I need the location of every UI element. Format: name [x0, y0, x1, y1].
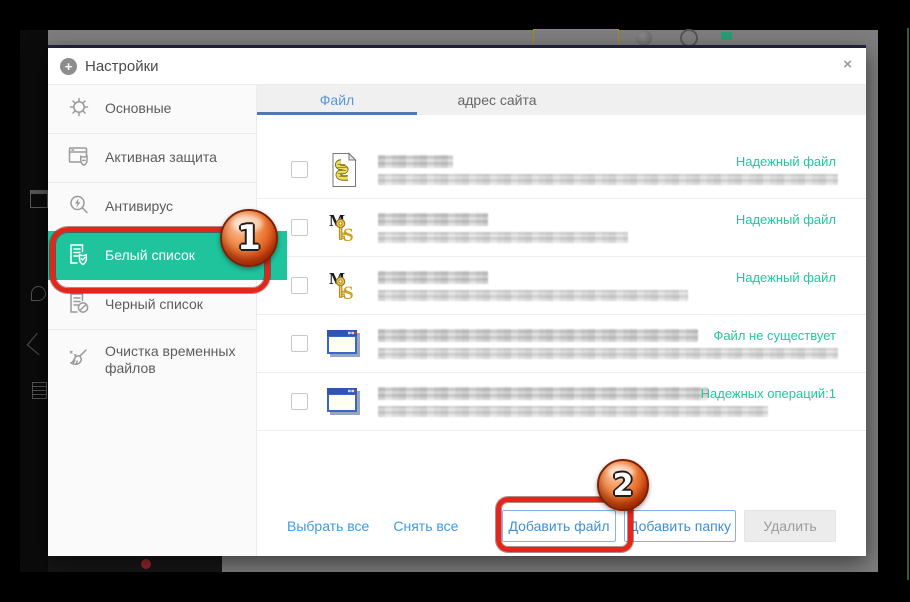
redacted-file-path: [378, 231, 628, 243]
ms-key-icon: M S: [324, 210, 364, 246]
file-row[interactable]: Надежный файл: [257, 141, 866, 199]
redacted-file-path: [378, 405, 768, 417]
add-folder-button[interactable]: Добавить папку: [624, 510, 736, 542]
settings-target-icon: +: [60, 57, 77, 75]
file-row[interactable]: Файл не существует: [257, 315, 866, 373]
whitelist-content: Файл адрес сайта Надежный файл S Надежны…: [257, 85, 866, 556]
file-row[interactable]: M S: [257, 257, 866, 315]
row-checkbox[interactable]: [291, 335, 308, 352]
app-window-icon: [324, 387, 364, 417]
tab-site-address[interactable]: адрес сайта: [417, 85, 577, 115]
app-window-icon: [324, 329, 364, 359]
redacted-file-path: [378, 289, 688, 301]
sidebar-item-blacklist[interactable]: Черный список: [48, 280, 256, 329]
file-row[interactable]: Надежных операций:1: [257, 373, 866, 431]
sidebar-item-label: Белый список: [105, 247, 195, 264]
gear-icon: [66, 94, 92, 125]
delete-button[interactable]: Удалить: [744, 510, 836, 542]
whitelist-tabs: Файл адрес сайта: [257, 85, 866, 115]
file-status: Надежный файл: [735, 212, 836, 227]
screenshot-root: + Настройки × Основные Активная защита А…: [0, 0, 910, 602]
row-checkbox[interactable]: [291, 219, 308, 236]
screen-edge-line: [907, 28, 909, 580]
file-status: Файл не существует: [713, 328, 836, 343]
sidebar-item-label: Основные: [105, 100, 172, 117]
row-checkbox[interactable]: [291, 277, 308, 294]
settings-dialog: + Настройки × Основные Активная защита А…: [48, 48, 866, 556]
whitelist-doc-shield-icon: [66, 241, 92, 272]
tab-file[interactable]: Файл: [257, 85, 417, 115]
antivirus-magnifier-icon: [66, 192, 92, 223]
whitelist-footer: Выбрать все Снять все Добавить файл Доба…: [257, 496, 866, 556]
file-status: Надежный файл: [735, 270, 836, 285]
svg-text:S: S: [343, 283, 354, 304]
dialog-titlebar: + Настройки ×: [48, 48, 866, 85]
redacted-file-text: [378, 212, 628, 243]
file-status: Надежный файл: [735, 154, 836, 169]
file-row[interactable]: M S: [257, 199, 866, 257]
settings-sidebar: Основные Активная защита Антивирус Белый…: [48, 85, 287, 556]
redacted-file-name: [378, 154, 453, 168]
deselect-all-link[interactable]: Снять все: [393, 518, 458, 534]
background-left-panel: [20, 30, 48, 572]
sidebar-item-label: Антивирус: [105, 198, 174, 215]
row-checkbox[interactable]: [291, 393, 308, 410]
broom-icon: [66, 345, 92, 376]
shield-window-icon: [66, 143, 92, 174]
dialog-title: Настройки: [85, 57, 159, 75]
blacklist-doc-block-icon: [66, 290, 92, 321]
sidebar-item-clean-temp-files[interactable]: Очистка временных файлов: [48, 329, 256, 390]
redacted-file-name: [378, 270, 488, 284]
select-all-link[interactable]: Выбрать все: [287, 518, 369, 534]
redacted-file-name: [378, 328, 698, 342]
script-file-icon: [324, 151, 364, 188]
background-green-badge: [721, 32, 732, 40]
sidebar-item-label: Активная защита: [105, 149, 217, 166]
sidebar-item-label: Черный список: [105, 296, 203, 313]
sidebar-item-active-protection[interactable]: Активная защита: [48, 133, 256, 182]
svg-text:S: S: [343, 225, 354, 246]
close-icon[interactable]: ×: [843, 57, 852, 72]
ms-key-icon: M S: [324, 268, 364, 304]
background-app-bottom-edge: [222, 556, 878, 572]
background-list-icon: [32, 382, 47, 399]
background-app-right-edge: [866, 30, 878, 572]
redacted-file-name: [378, 212, 488, 226]
row-checkbox[interactable]: [291, 161, 308, 178]
background-circle-icon: [636, 30, 652, 46]
redacted-file-path: [378, 347, 838, 359]
record-dot: [141, 559, 151, 569]
sidebar-item-antivirus[interactable]: Антивирус: [48, 182, 256, 231]
add-file-button[interactable]: Добавить файл: [502, 510, 616, 542]
sidebar-item-general[interactable]: Основные: [48, 85, 256, 133]
redacted-file-text: [378, 270, 688, 301]
sidebar-item-whitelist[interactable]: Белый список: [48, 231, 287, 280]
sidebar-item-label: Очистка временных файлов: [105, 342, 236, 377]
redacted-file-name: [378, 386, 708, 400]
background-window-icon: [30, 190, 48, 208]
redacted-file-path: [378, 173, 838, 185]
whitelist-file-list: Надежный файл M S: [257, 115, 866, 496]
background-cursor-icon: [31, 286, 46, 301]
file-status: Надежных операций:1: [700, 386, 836, 401]
